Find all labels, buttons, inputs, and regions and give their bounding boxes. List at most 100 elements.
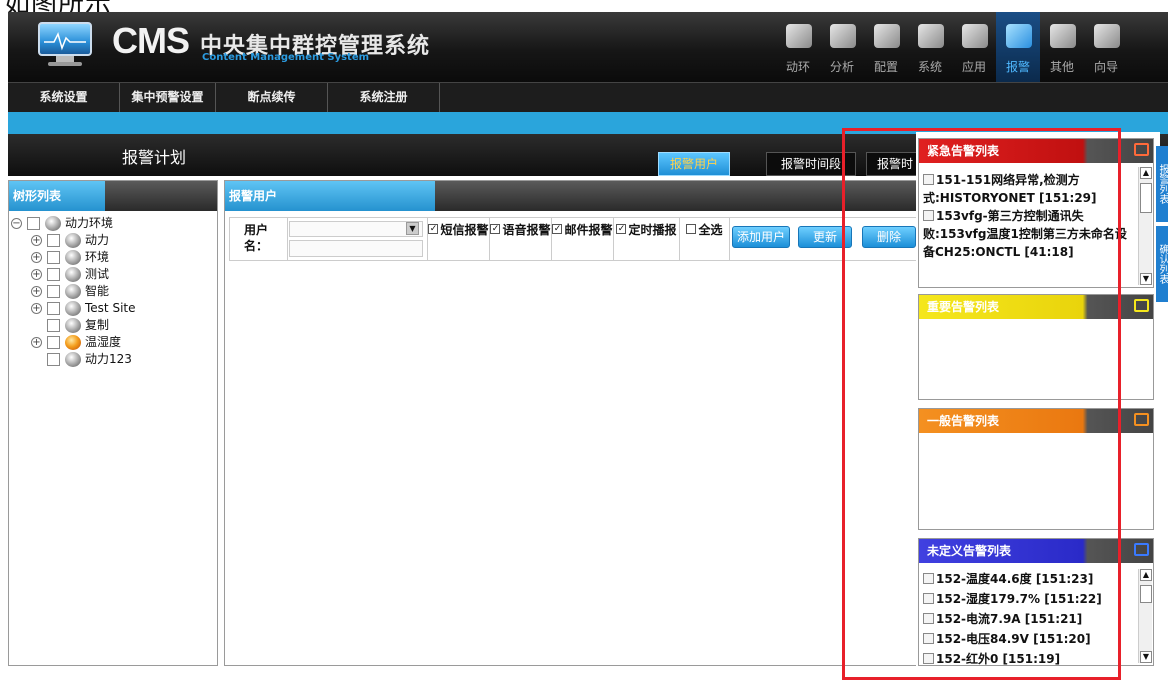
popout-icon[interactable] bbox=[1134, 143, 1149, 156]
tree-node[interactable]: + 温湿度 bbox=[9, 334, 217, 351]
alarm-row[interactable]: 152-电压84.9V [151:20] bbox=[919, 629, 1153, 649]
delete-button[interactable]: 删除 bbox=[862, 226, 916, 248]
site-icon bbox=[65, 233, 81, 248]
alarm-row[interactable]: 152-电流7.9A [151:21] bbox=[919, 609, 1153, 629]
username-label: 用户名： bbox=[244, 223, 269, 253]
expand-icon[interactable]: + bbox=[31, 286, 42, 297]
tree-node[interactable]: + 环境 bbox=[9, 249, 217, 266]
check-sms[interactable]: ✓ 短信报警 bbox=[428, 218, 490, 260]
nav-item-system[interactable]: 系统 bbox=[908, 12, 952, 82]
add-user-button[interactable]: 添加用户 bbox=[732, 226, 790, 248]
tree-checkbox[interactable] bbox=[47, 302, 60, 315]
checkbox[interactable] bbox=[923, 593, 934, 604]
expand-icon[interactable]: + bbox=[31, 303, 42, 314]
nav-item-config[interactable]: 配置 bbox=[864, 12, 908, 82]
analysis-icon bbox=[830, 24, 856, 48]
side-tab-alarm-list[interactable]: 报警列表 bbox=[1156, 146, 1168, 222]
scroll-down-icon[interactable]: ▼ bbox=[1140, 273, 1152, 285]
scroll-thumb[interactable] bbox=[1140, 183, 1152, 213]
nav-item-wizard[interactable]: 向导 bbox=[1084, 12, 1128, 82]
menu-system-register[interactable]: 系统注册 bbox=[328, 83, 440, 112]
collapse-icon[interactable]: − bbox=[11, 218, 22, 229]
expand-icon[interactable]: + bbox=[31, 235, 42, 246]
brand-logo: CMS bbox=[112, 20, 190, 61]
tree-checkbox[interactable] bbox=[47, 234, 60, 247]
menu-resume-transfer[interactable]: 断点续传 bbox=[216, 83, 328, 112]
tree-checkbox[interactable] bbox=[47, 285, 60, 298]
expand-icon[interactable]: + bbox=[31, 252, 42, 263]
tree-node[interactable]: + 动力 bbox=[9, 232, 217, 249]
menu-central-warning[interactable]: 集中预警设置 bbox=[120, 83, 216, 112]
checkbox-all[interactable] bbox=[686, 224, 697, 234]
tree-panel-title: 树形列表 bbox=[9, 181, 105, 211]
alarm-row[interactable]: 152-湿度179.7% [151:22] bbox=[919, 589, 1153, 609]
check-voice[interactable]: ✓ 语音报警 bbox=[490, 218, 552, 260]
menu-system-settings[interactable]: 系统设置 bbox=[8, 83, 120, 112]
scroll-down-icon[interactable]: ▼ bbox=[1140, 651, 1152, 663]
check-all[interactable]: 全选 bbox=[680, 218, 730, 260]
checkbox-voice[interactable]: ✓ bbox=[490, 224, 501, 234]
scroll-up-icon[interactable]: ▲ bbox=[1140, 569, 1152, 581]
scroll-thumb[interactable] bbox=[1140, 585, 1152, 603]
checkbox[interactable] bbox=[923, 633, 934, 644]
chevron-down-icon[interactable]: ▼ bbox=[406, 222, 419, 235]
scroll-up-icon[interactable]: ▲ bbox=[1140, 167, 1152, 179]
tree-checkbox[interactable] bbox=[47, 319, 60, 332]
checkbox-timed[interactable]: ✓ bbox=[616, 224, 627, 234]
tree-node[interactable]: − 动力环境 bbox=[9, 215, 217, 232]
tree-node[interactable]: + Test Site bbox=[9, 300, 217, 317]
nav-item-application[interactable]: 应用 bbox=[952, 12, 996, 82]
checkbox[interactable] bbox=[923, 613, 934, 624]
tab-alarm-users[interactable]: 报警用户 bbox=[658, 152, 730, 176]
side-tab-confirm-list[interactable]: 确认列表 bbox=[1156, 226, 1168, 302]
normal-alarm-header: 一般告警列表 bbox=[919, 409, 1153, 433]
undefined-alarm-header: 未定义告警列表 bbox=[919, 539, 1153, 563]
checkbox-sms[interactable]: ✓ bbox=[428, 224, 439, 234]
nav-label: 向导 bbox=[1093, 60, 1118, 74]
tree-checkbox[interactable] bbox=[27, 217, 40, 230]
username-select[interactable] bbox=[289, 221, 423, 237]
tree-node[interactable]: 动力123 bbox=[9, 351, 217, 368]
urgent-scrollbar[interactable]: ▲ ▼ bbox=[1138, 167, 1152, 285]
checkbox-mail[interactable]: ✓ bbox=[552, 224, 563, 234]
alarm-row[interactable]: 151-151网络异常,检测方式:HISTORYONET [151:29] bbox=[919, 171, 1153, 207]
checkbox[interactable] bbox=[923, 573, 934, 584]
alarm-row[interactable]: 153vfg-第三方控制通讯失败:153vfg温度1控制第三方未命名设备CH25… bbox=[919, 207, 1153, 261]
checkbox[interactable] bbox=[923, 210, 934, 221]
tree-node[interactable]: + 智能 bbox=[9, 283, 217, 300]
alarm-users-panel: 报警用户 用户名： ▼ ✓ 短信报警 ✓ 语音报警 ✓ 邮件报警 ✓ 定时播报 全选 添… bbox=[224, 180, 926, 666]
expand-icon[interactable]: + bbox=[31, 337, 42, 348]
alarm-row[interactable]: 152-红外0 [151:19] bbox=[919, 649, 1153, 665]
undefined-scrollbar[interactable]: ▲ ▼ bbox=[1138, 569, 1152, 663]
popout-icon[interactable] bbox=[1134, 413, 1149, 426]
popout-icon[interactable] bbox=[1134, 543, 1149, 556]
tree-checkbox[interactable] bbox=[47, 251, 60, 264]
nav-label: 其他 bbox=[1049, 60, 1074, 74]
popout-icon[interactable] bbox=[1134, 299, 1149, 312]
site-icon bbox=[45, 216, 61, 231]
nav-item-analysis[interactable]: 分析 bbox=[820, 12, 864, 82]
check-timed[interactable]: ✓ 定时播报 bbox=[614, 218, 680, 260]
tree-node[interactable]: 复制 bbox=[9, 317, 217, 334]
tab-alarm-timing[interactable]: 报警时 bbox=[866, 152, 918, 176]
nav-item-env[interactable]: 动环 bbox=[776, 12, 820, 82]
tree-checkbox[interactable] bbox=[47, 353, 60, 366]
nav-item-alarm[interactable]: 报警 bbox=[996, 12, 1040, 82]
check-mail[interactable]: ✓ 邮件报警 bbox=[552, 218, 614, 260]
expand-icon[interactable]: + bbox=[31, 269, 42, 280]
update-button[interactable]: 更新 bbox=[798, 226, 852, 248]
caption-fragment: 如图所示 bbox=[0, 0, 1168, 12]
alarm-row[interactable]: 152-温度44.6度 [151:23] bbox=[919, 569, 1153, 589]
checkbox[interactable] bbox=[923, 653, 934, 664]
tree-node-label: 动力 bbox=[85, 233, 110, 247]
checkbox[interactable] bbox=[923, 174, 934, 185]
tab-alarm-periods[interactable]: 报警时间段 bbox=[766, 152, 856, 176]
tree-checkbox[interactable] bbox=[47, 268, 60, 281]
tree-checkbox[interactable] bbox=[47, 336, 60, 349]
nav-item-other[interactable]: 其他 bbox=[1040, 12, 1084, 82]
tree-node[interactable]: + 测试 bbox=[9, 266, 217, 283]
username-input[interactable] bbox=[289, 240, 423, 257]
tree-node-label: 测试 bbox=[85, 267, 110, 281]
check-label: 定时播报 bbox=[628, 223, 677, 237]
nav-label: 应用 bbox=[961, 60, 986, 74]
